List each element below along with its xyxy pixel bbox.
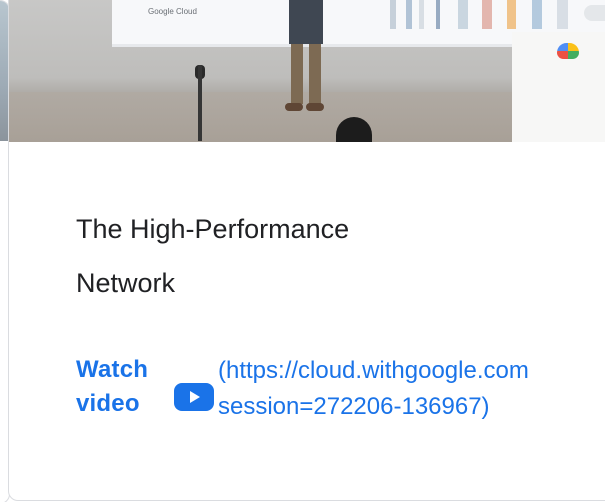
session-title: The High-Performance Network	[76, 214, 350, 298]
session-card: Google Cloud The High-Performance Networ…	[8, 0, 605, 501]
play-icon[interactable]	[174, 383, 214, 411]
watch-video-url-line1: (https://cloud.withgoogle.com	[218, 357, 529, 384]
watch-video-url-line2: session=272206-136967)	[218, 393, 490, 420]
watch-video-url[interactable]: (https://cloud.withgoogle.com session=27…	[218, 353, 605, 425]
watch-video-label-line1: Watch	[76, 356, 149, 383]
watch-video-label-line2: video	[76, 390, 140, 417]
stage-decor	[584, 5, 605, 21]
watch-video-link[interactable]: Watch video	[76, 353, 171, 421]
google-cloud-logo-icon	[557, 43, 579, 59]
stage-screen-graphic	[382, 0, 605, 29]
speaker-figure	[281, 0, 339, 134]
speaker-leg-left	[291, 44, 303, 104]
session-card-image: Google Cloud	[9, 0, 605, 142]
speaker-body	[289, 0, 323, 44]
speaker-shoe-left	[285, 103, 303, 111]
watch-video-row[interactable]: Watch video (https://cloud.withgoogle.co…	[76, 353, 605, 433]
stage-screen-brand: Google Cloud	[148, 7, 197, 16]
microphone-stand	[198, 65, 202, 141]
speaker-shoe-right	[306, 103, 324, 111]
page-viewport: Google Cloud The High-Performance Networ…	[0, 0, 605, 502]
speaker-leg-right	[309, 44, 321, 104]
